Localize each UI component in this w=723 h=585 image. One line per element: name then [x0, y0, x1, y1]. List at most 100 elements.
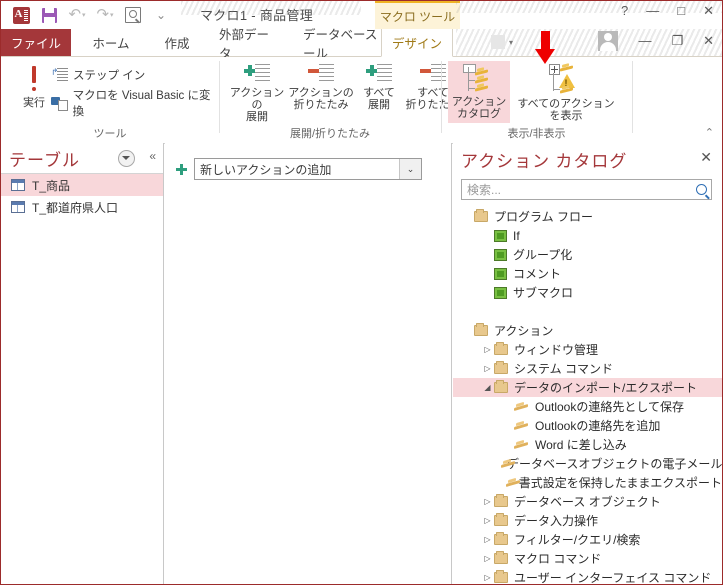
program-flow-block-icon: [494, 286, 507, 299]
tree-item[interactable]: データベースオブジェクトの電子メール送: [453, 454, 722, 473]
signin-caret-icon[interactable]: ▾: [509, 38, 513, 47]
nav-item-t-shohin[interactable]: T_商品: [1, 174, 163, 196]
tree-item[interactable]: Outlookの連絡先として保存: [453, 397, 722, 416]
collapse-nav-pane-icon[interactable]: «: [149, 149, 156, 163]
ribbon-group-tools-label: ツール: [93, 128, 127, 140]
tree-item[interactable]: ▷ マクロ コマンド: [453, 549, 722, 568]
folder-icon: [474, 209, 488, 222]
ribbon-group-show-hide: アクション カタログ すべてのアクション を表示 表示/非表示: [442, 57, 631, 143]
tree-expander-icon[interactable]: ◢: [481, 383, 494, 392]
show-all-actions-button[interactable]: すべてのアクション を表示: [512, 61, 620, 122]
convert-to-vb-button[interactable]: マクロを Visual Basic に変換: [51, 87, 219, 119]
collapse-ribbon-icon[interactable]: ⌃: [705, 126, 714, 139]
action-bolt-icon: [506, 478, 512, 488]
catalog-search-value: 検索...: [467, 183, 502, 197]
tree-item[interactable]: ◢ データのインポート/エクスポート: [453, 378, 722, 397]
avatar: [598, 31, 619, 51]
document-close-button[interactable]: ✕: [703, 33, 714, 49]
tree-item[interactable]: 書式設定を保持したままエクスポート: [453, 473, 722, 492]
tab-design[interactable]: デザイン: [381, 29, 453, 57]
minimize-button[interactable]: —: [646, 3, 659, 19]
action-catalog-button[interactable]: アクション カタログ: [448, 61, 510, 123]
nav-item-label: T_商品: [32, 178, 71, 193]
tree-item[interactable]: コメント: [453, 264, 722, 283]
ribbon-group-tools: 実行 ↱ ステップ イン マクロを Visual Basic に変換 ツール: [1, 57, 219, 143]
nav-item-label: T_都道府県人口: [32, 200, 119, 215]
tree-item-label: Outlookの連絡先として保存: [535, 400, 684, 414]
tree-item[interactable]: アクション: [453, 321, 722, 340]
document-restore-button[interactable]: ❐: [671, 33, 683, 49]
tree-expander-icon[interactable]: ▷: [481, 516, 494, 525]
tree-item[interactable]: ▷ フィルター/クエリ/検索: [453, 530, 722, 549]
tree-expander-icon[interactable]: ▷: [481, 497, 494, 506]
tab-design-label: デザイン: [392, 37, 443, 51]
tree-item[interactable]: Outlookの連絡先を追加: [453, 416, 722, 435]
tab-home[interactable]: ホーム: [79, 29, 143, 56]
close-button[interactable]: ✕: [703, 3, 714, 19]
table-icon: [11, 201, 25, 213]
expand-all-label-2: 展開: [368, 99, 390, 111]
tree-item[interactable]: ▷ データ入力操作: [453, 511, 722, 530]
tree-expander-icon[interactable]: ▷: [481, 535, 494, 544]
document-minimize-button[interactable]: —: [638, 33, 651, 49]
action-catalog-tree[interactable]: プログラム フロー If グループ化 コメント サブマクロ アクション ▷ ウィンドウ管理 ▷ シ…: [453, 207, 722, 584]
tree-item-label: サブマクロ: [513, 286, 574, 300]
tree-item[interactable]: サブマクロ: [453, 283, 722, 302]
tree-item-label: システム コマンド: [514, 362, 613, 376]
access-window: ↶▾ ↷▾ ⌄ マクロ1 - 商品管理 マクロ ツール ? — □ ✕ ファイル…: [0, 0, 723, 585]
macro-designer-surface[interactable]: 新しいアクションの追加 ⌄: [165, 143, 452, 584]
convert-to-vb-icon: [51, 96, 68, 111]
folder-icon: [474, 323, 488, 336]
ribbon-group-expand-collapse: アクションの 展開 アクションの 折りたたみ すべて 展開 すべて 折りたたみ …: [220, 57, 461, 143]
tree-item[interactable]: ▷ ウィンドウ管理: [453, 340, 722, 359]
close-icon[interactable]: ✕: [700, 149, 712, 166]
tree-expander-icon[interactable]: ▷: [481, 364, 494, 373]
nav-item-t-todofuken-jinko[interactable]: T_都道府県人口: [1, 196, 163, 218]
action-bolt-icon: [514, 402, 529, 412]
folder-icon: [494, 551, 508, 564]
folder-icon: [494, 513, 508, 526]
tree-item[interactable]: ▷ ユーザー インターフェイス コマンド: [453, 568, 722, 584]
window-title: マクロ1 - 商品管理: [199, 8, 314, 23]
expand-all-icon: [366, 63, 392, 85]
tree-item[interactable]: If: [453, 226, 722, 245]
tree-item[interactable]: グループ化: [453, 245, 722, 264]
show-all-actions-label-1: すべてのアクション: [517, 98, 615, 110]
ribbon-tab-strip: ファイル ホーム 作成 外部データ データベース ツール デザイン — ❐ ✕: [1, 28, 722, 61]
tree-expander-icon[interactable]: ▷: [481, 554, 494, 563]
catalog-search-input[interactable]: 検索...: [461, 179, 712, 200]
run-button-label: 実行: [23, 97, 45, 109]
magnifier-icon[interactable]: [691, 184, 711, 195]
add-new-action-combobox[interactable]: 新しいアクションの追加 ⌄: [194, 158, 422, 180]
tree-item[interactable]: ▷ データベース オブジェクト: [453, 492, 722, 511]
help-button[interactable]: ?: [621, 3, 628, 19]
expand-action-label-2: 展開: [246, 111, 268, 123]
add-new-action-value: 新しいアクションの追加: [200, 162, 332, 177]
expand-all-button[interactable]: すべて 展開: [356, 63, 402, 111]
chevron-down-circle-icon[interactable]: [118, 150, 135, 167]
add-icon[interactable]: [176, 163, 187, 175]
tree-item[interactable]: ▷ システム コマンド: [453, 359, 722, 378]
chevron-down-icon[interactable]: ⌄: [399, 159, 421, 179]
tree-item[interactable]: プログラム フロー: [453, 207, 722, 226]
tree-item-label: コメント: [513, 267, 562, 281]
action-bolt-icon: [514, 421, 529, 431]
tree-item-label: マクロ コマンド: [514, 552, 602, 566]
tree-expander-icon[interactable]: ▷: [481, 573, 494, 582]
restore-button[interactable]: □: [677, 3, 685, 19]
step-into-button[interactable]: ↱ ステップ イン: [51, 67, 145, 83]
tree-item-label: グループ化: [513, 248, 573, 262]
collapse-action-icon: [308, 63, 334, 85]
expand-all-label-1: すべて: [363, 87, 395, 99]
tab-external-data[interactable]: 外部データ: [209, 28, 289, 61]
tab-create[interactable]: 作成: [151, 29, 203, 56]
tree-item[interactable]: Word に差し込み: [453, 435, 722, 454]
program-flow-block-icon: [494, 248, 507, 261]
tab-file[interactable]: ファイル: [1, 29, 71, 56]
tree-expander-icon[interactable]: ▷: [481, 345, 494, 354]
ribbon: 実行 ↱ ステップ イン マクロを Visual Basic に変換 ツール ア…: [1, 57, 722, 144]
collapse-action-button[interactable]: アクションの 折りたたみ: [286, 63, 356, 111]
expand-action-button[interactable]: アクションの 展開: [226, 63, 288, 123]
action-catalog-pane: アクション カタログ ✕ 検索... プログラム フロー If グループ化 コメントサ…: [453, 143, 722, 584]
